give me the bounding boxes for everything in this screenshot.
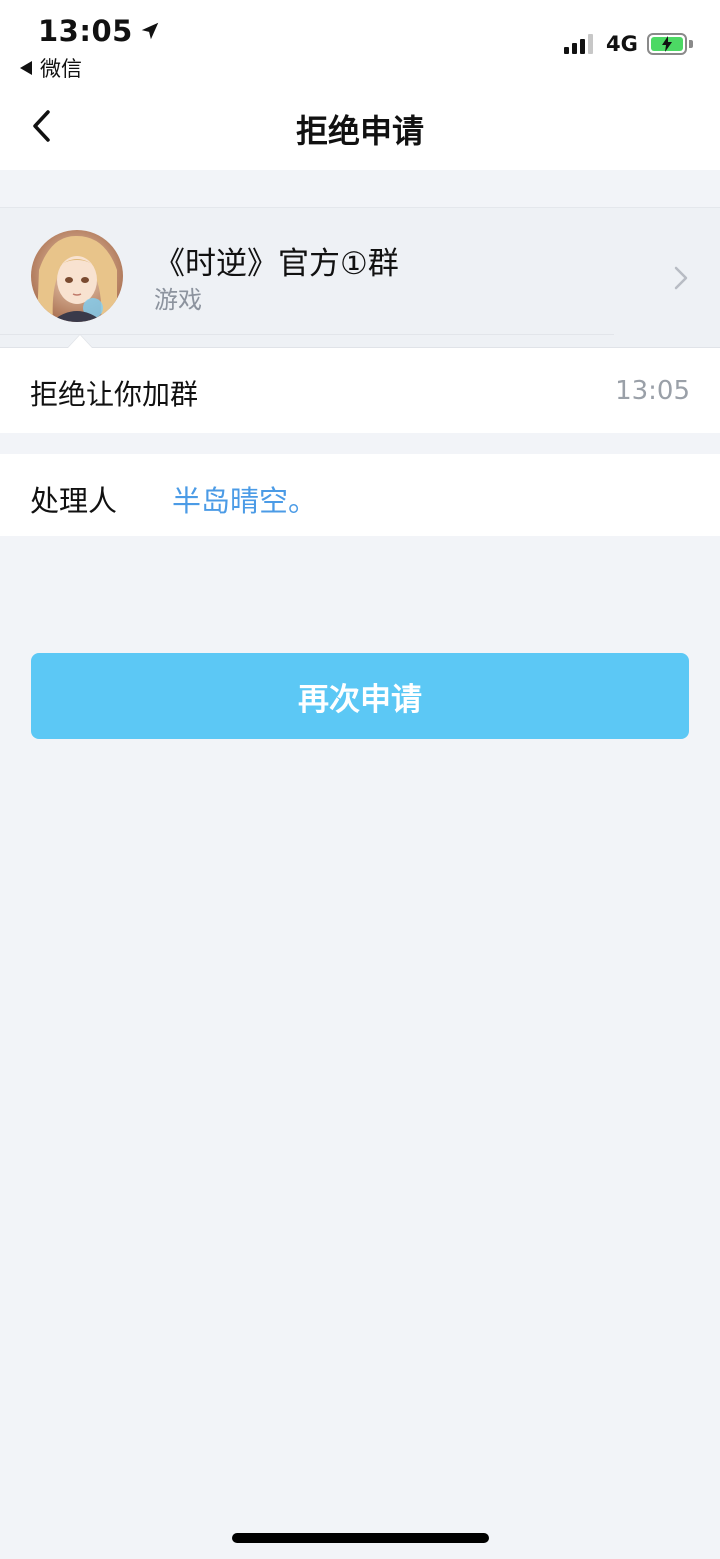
group-card[interactable]: 《时逆》官方①群 游戏: [0, 207, 720, 347]
back-triangle-icon: [20, 61, 32, 75]
nav-bar: 拒绝申请: [0, 90, 720, 170]
battery-icon: [647, 33, 687, 55]
rejection-message: 拒绝让你加群 13:05: [0, 347, 720, 433]
chevron-right-icon: [674, 266, 688, 290]
message-text: 拒绝让你加群: [30, 378, 199, 411]
group-avatar: [31, 230, 123, 322]
chevron-left-icon[interactable]: [28, 106, 58, 146]
message-time: 13:05: [615, 376, 690, 406]
back-to-app[interactable]: 微信: [20, 53, 82, 83]
avatar-image: [31, 230, 123, 322]
group-name: 《时逆》官方①群: [154, 246, 399, 282]
location-arrow-icon: [141, 22, 159, 40]
network-type: 4G: [606, 32, 638, 56]
handler-name-link[interactable]: 半岛晴空。: [172, 478, 317, 520]
page-title: 拒绝申请: [295, 112, 424, 150]
handler-label: 处理人: [30, 484, 118, 518]
signal-icon: [564, 34, 593, 54]
bubble-pointer: [68, 335, 92, 348]
screen: 13:05 微信 4G 拒绝申请 《时逆》官方①群 游戏 拒绝让你加群 13:0…: [0, 0, 720, 1559]
battery-tip: [689, 40, 693, 48]
handler-row: 处理人 半岛晴空。: [0, 454, 720, 536]
back-app-label: 微信: [40, 57, 82, 81]
status-time-text: 13:05: [38, 14, 133, 48]
charging-bolt-icon: [662, 36, 672, 52]
status-time: 13:05: [38, 14, 161, 48]
group-tag: 游戏: [154, 286, 202, 314]
reapply-button[interactable]: 再次申请: [31, 653, 689, 739]
home-indicator[interactable]: [232, 1533, 489, 1543]
status-bar: 13:05 微信 4G: [0, 0, 720, 90]
